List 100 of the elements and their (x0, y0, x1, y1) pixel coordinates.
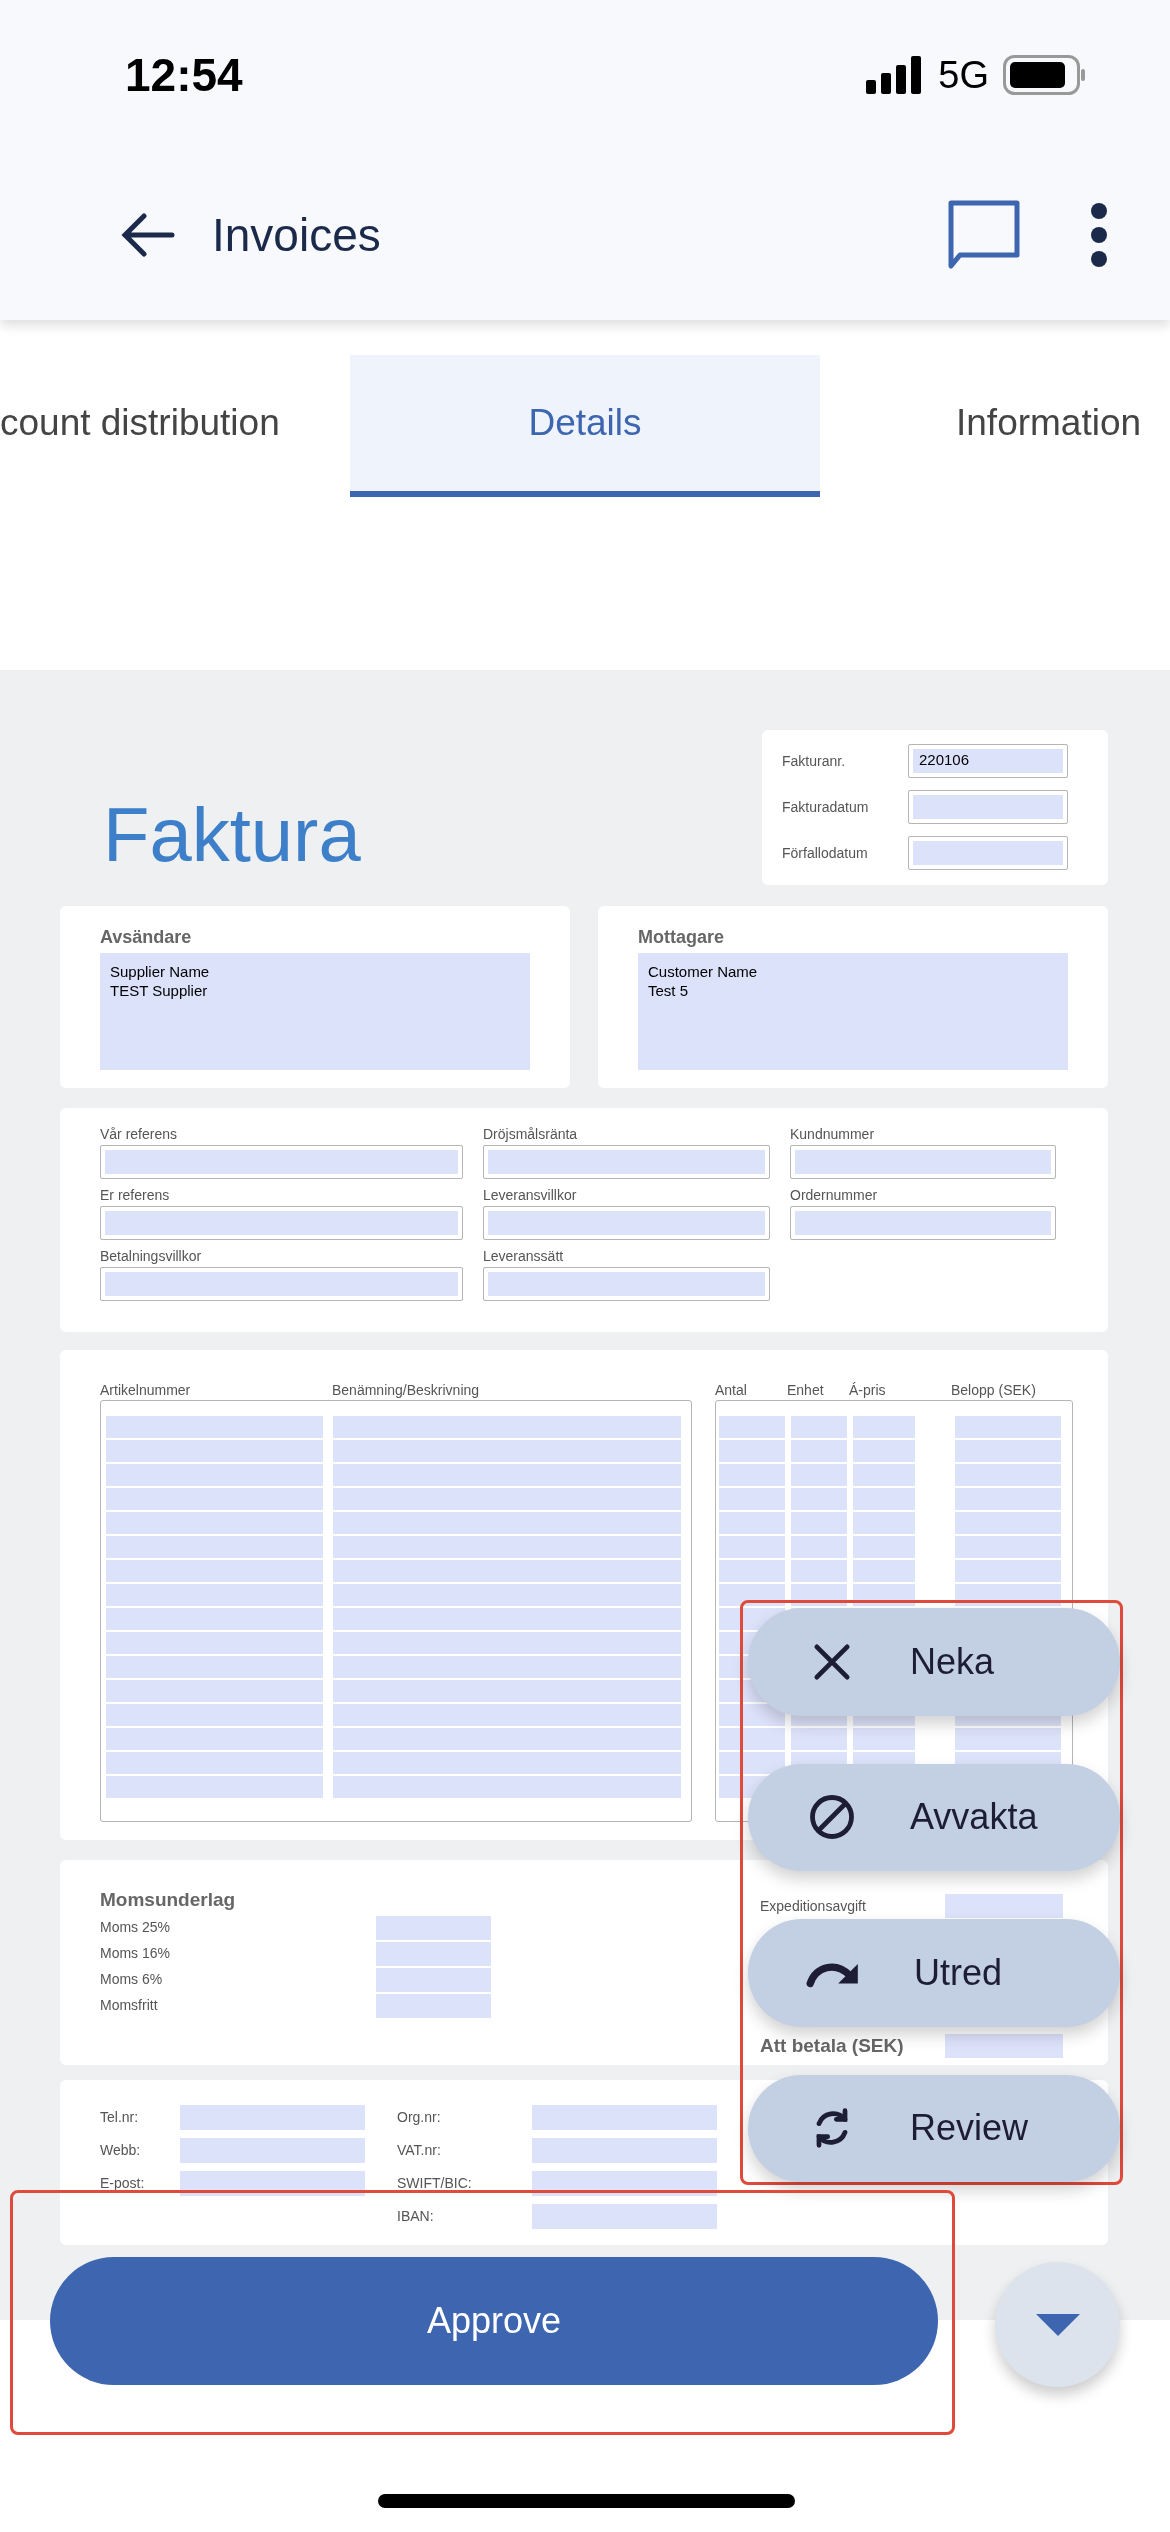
table-cell[interactable] (791, 1560, 847, 1582)
table-cell[interactable] (791, 1464, 847, 1486)
input-field[interactable] (790, 1145, 1056, 1179)
input-field[interactable] (100, 1206, 463, 1240)
back-arrow-icon[interactable] (120, 213, 176, 257)
table-cell[interactable] (853, 1488, 915, 1510)
table-cell[interactable] (333, 1704, 681, 1726)
input-field[interactable] (908, 836, 1068, 870)
table-cell[interactable] (719, 1416, 785, 1438)
table-cell[interactable] (853, 1464, 915, 1486)
action-button[interactable]: Avvakta (748, 1763, 1120, 1871)
table-cell[interactable] (853, 1416, 915, 1438)
table-cell[interactable] (106, 1488, 323, 1510)
table-cell[interactable] (719, 1512, 785, 1534)
table-cell[interactable] (106, 1656, 323, 1678)
input-field[interactable] (790, 1206, 1056, 1240)
table-cell[interactable] (853, 1560, 915, 1582)
input-field[interactable] (945, 2034, 1063, 2059)
table-cell[interactable] (106, 1560, 323, 1582)
input-field[interactable] (100, 1145, 463, 1179)
table-cell[interactable] (106, 1440, 323, 1462)
chat-icon[interactable] (948, 200, 1020, 270)
table-cell[interactable] (853, 1512, 915, 1534)
table-cell[interactable] (955, 1536, 1061, 1558)
table-cell[interactable] (333, 1632, 681, 1654)
tab[interactable]: Details (350, 355, 820, 497)
table-cell[interactable] (106, 1536, 323, 1558)
table-cell[interactable] (719, 1536, 785, 1558)
table-cell[interactable] (719, 1464, 785, 1486)
table-cell[interactable] (955, 1512, 1061, 1534)
table-cell[interactable] (719, 1704, 785, 1726)
table-cell[interactable] (791, 1416, 847, 1438)
input-field[interactable] (180, 2137, 365, 2163)
table-cell[interactable] (333, 1752, 681, 1774)
table-cell[interactable] (719, 1488, 785, 1510)
table-cell[interactable] (333, 1656, 681, 1678)
more-options-icon[interactable] (1090, 202, 1108, 268)
table-cell[interactable] (333, 1560, 681, 1582)
action-button[interactable]: Neka (748, 1608, 1120, 1716)
table-cell[interactable] (333, 1488, 681, 1510)
input-field[interactable]: Customer Name Test 5 (638, 953, 1068, 1070)
table-cell[interactable] (791, 1512, 847, 1534)
table-cell[interactable] (791, 1536, 847, 1558)
input-field[interactable] (532, 2137, 717, 2163)
table-cell[interactable] (853, 1728, 915, 1750)
table-cell[interactable] (106, 1632, 323, 1654)
input-field[interactable] (908, 790, 1068, 824)
input-field[interactable] (376, 1993, 491, 2018)
table-cell[interactable] (106, 1776, 323, 1798)
tab[interactable]: count distribution (0, 355, 350, 497)
input-field[interactable] (376, 1915, 491, 1940)
table-cell[interactable] (955, 1488, 1061, 1510)
table-cell[interactable] (791, 1728, 847, 1750)
approve-button[interactable]: Approve (50, 2257, 938, 2385)
input-field[interactable] (532, 2203, 717, 2229)
table-cell[interactable] (719, 1440, 785, 1462)
table-cell[interactable] (106, 1704, 323, 1726)
input-field[interactable] (376, 1967, 491, 1992)
table-cell[interactable] (791, 1440, 847, 1462)
tab[interactable]: Information (820, 355, 1170, 497)
table-cell[interactable] (955, 1560, 1061, 1582)
table-cell[interactable] (333, 1728, 681, 1750)
table-cell[interactable] (106, 1464, 323, 1486)
table-cell[interactable] (106, 1512, 323, 1534)
table-cell[interactable] (955, 1728, 1061, 1750)
table-cell[interactable] (106, 1680, 323, 1702)
table-cell[interactable] (106, 1608, 323, 1630)
input-field[interactable] (376, 1941, 491, 1966)
table-cell[interactable] (791, 1488, 847, 1510)
input-field[interactable] (483, 1267, 770, 1301)
table-cell[interactable] (333, 1416, 681, 1438)
table-cell[interactable] (853, 1440, 915, 1462)
table-cell[interactable] (955, 1440, 1061, 1462)
table-cell[interactable] (853, 1536, 915, 1558)
input-field[interactable] (483, 1206, 770, 1240)
table-cell[interactable] (955, 1416, 1061, 1438)
input-field[interactable] (532, 2104, 717, 2130)
input-field[interactable] (100, 1267, 463, 1301)
table-cell[interactable] (333, 1464, 681, 1486)
table-cell[interactable] (719, 1560, 785, 1582)
table-cell[interactable] (333, 1536, 681, 1558)
table-cell[interactable] (333, 1608, 681, 1630)
action-button[interactable]: Utred (748, 1919, 1120, 2027)
table-cell[interactable] (106, 1416, 323, 1438)
input-field[interactable] (180, 2104, 365, 2130)
table-cell[interactable] (333, 1512, 681, 1534)
table-cell[interactable] (333, 1440, 681, 1462)
input-field[interactable] (483, 1145, 770, 1179)
action-button[interactable]: Review (748, 2074, 1120, 2182)
table-cell[interactable] (333, 1584, 681, 1606)
table-cell[interactable] (955, 1464, 1061, 1486)
table-cell[interactable] (333, 1680, 681, 1702)
input-field[interactable]: 220106 (908, 744, 1068, 778)
table-cell[interactable] (333, 1776, 681, 1798)
input-field[interactable]: Supplier Name TEST Supplier (100, 953, 530, 1070)
table-cell[interactable] (106, 1752, 323, 1774)
table-cell[interactable] (106, 1728, 323, 1750)
table-cell[interactable] (106, 1584, 323, 1606)
table-cell[interactable] (719, 1752, 785, 1774)
input-field[interactable] (945, 1894, 1063, 1918)
